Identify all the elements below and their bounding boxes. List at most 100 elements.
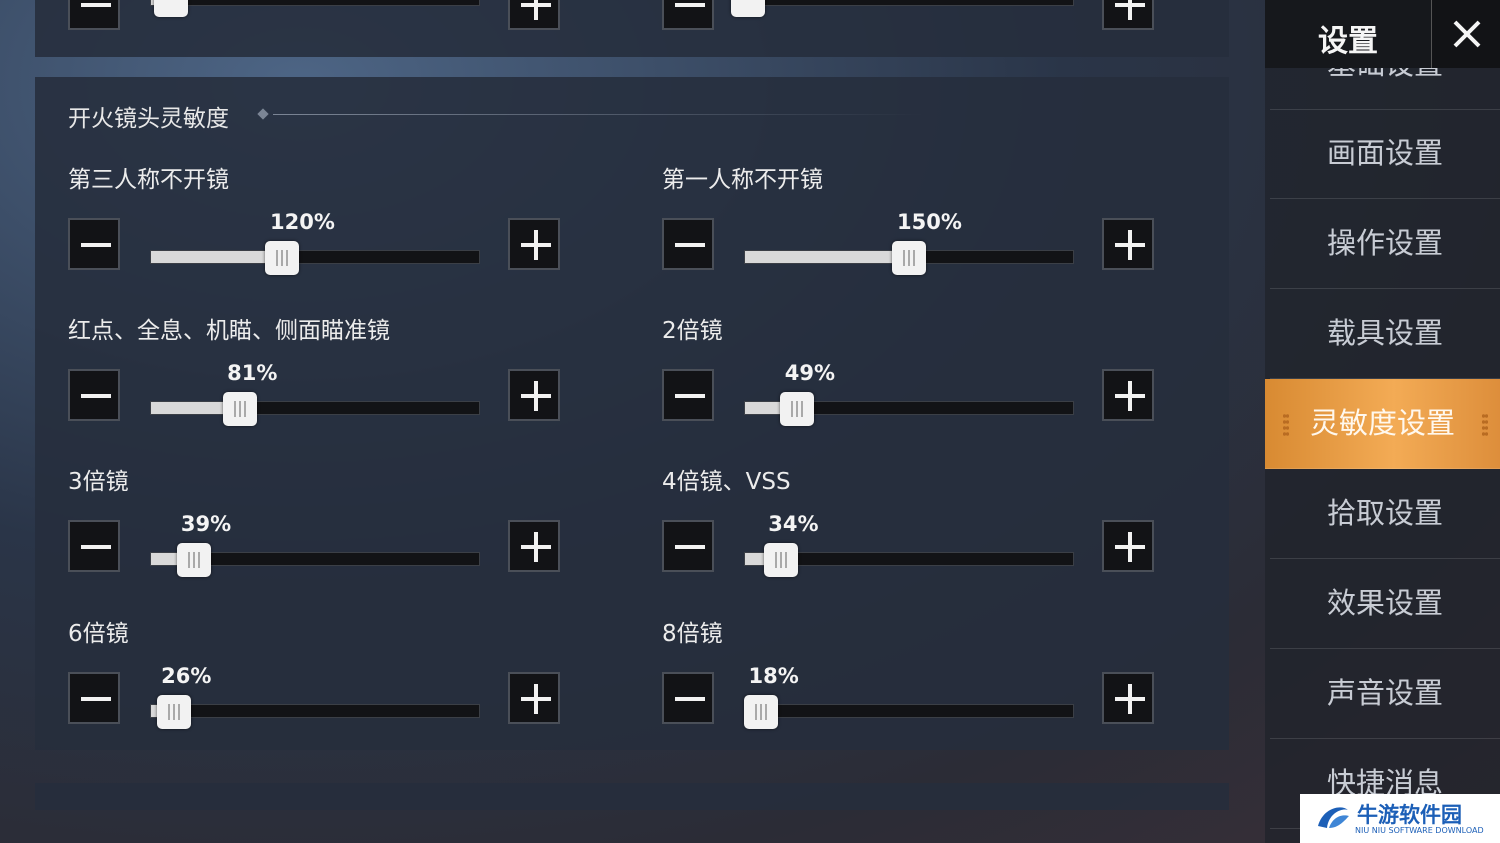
decrease-button[interactable] [68, 672, 120, 724]
slider-thumb-icon[interactable] [744, 695, 779, 729]
slider-thumb-icon[interactable] [153, 0, 188, 17]
decrease-button[interactable] [68, 218, 120, 270]
decrease-button[interactable] [662, 520, 714, 572]
sidebar-item-label: 载具设置 [1326, 316, 1443, 350]
grip-icon [1283, 413, 1289, 437]
sensitivity-setting: 2倍镜 49% [662, 311, 1162, 451]
watermark-name: 牛游软件园 [1357, 803, 1462, 827]
minus-icon [81, 394, 111, 398]
decrease-button[interactable] [662, 369, 714, 421]
setting-label: 2倍镜 [662, 318, 723, 344]
sidebar-item[interactable]: 灵敏度设置 [1265, 379, 1500, 469]
increase-button[interactable] [508, 369, 560, 421]
minus-icon [675, 394, 705, 398]
plus-button[interactable] [1102, 0, 1154, 30]
sidebar-item[interactable]: 操作设置 [1270, 199, 1500, 289]
sensitivity-slider[interactable] [150, 543, 480, 577]
sensitivity-slider[interactable] [744, 241, 1074, 275]
minus-button[interactable] [662, 0, 714, 30]
slider-thumb-icon[interactable] [265, 241, 300, 275]
setting-label: 6倍镜 [68, 621, 129, 647]
slider-value: 26% [161, 664, 212, 688]
slider-track[interactable] [731, 0, 1074, 17]
minus-icon [81, 545, 111, 549]
minus-button[interactable] [68, 0, 120, 30]
sensitivity-setting: 第三人称不开镜 120% [68, 160, 568, 300]
sidebar-item-label: 灵敏度设置 [1309, 406, 1455, 440]
brand-logo-icon [1318, 807, 1349, 828]
section-title: 开火镜头灵敏度 [68, 106, 229, 132]
decrease-button[interactable] [68, 369, 120, 421]
sensitivity-slider[interactable] [150, 392, 480, 426]
site-watermark: 牛游软件园 NIU NIU SOFTWARE DOWNLOAD [1300, 794, 1500, 843]
sensitivity-slider[interactable] [744, 695, 1074, 729]
sidebar-title: 设置 [1318, 24, 1378, 59]
sidebar-item-label: 画面设置 [1326, 136, 1443, 170]
decrease-button[interactable] [662, 218, 714, 270]
increase-button[interactable] [1102, 672, 1154, 724]
slider-value: 120% [270, 210, 335, 234]
sensitivity-setting: 8倍镜 18% [662, 614, 1162, 754]
setting-label: 第一人称不开镜 [662, 167, 823, 193]
sidebar-header: 设置 [1265, 0, 1500, 68]
sensitivity-slider[interactable] [150, 695, 480, 729]
minus-icon [81, 697, 111, 701]
sidebar-item[interactable]: 载具设置 [1270, 289, 1500, 379]
increase-button[interactable] [1102, 218, 1154, 270]
slider-fill [745, 251, 909, 263]
slider-fill [151, 251, 283, 263]
sidebar-item-label: 操作设置 [1326, 226, 1443, 260]
fire-camera-sensitivity-panel: 开火镜头灵敏度 第三人称不开镜 120% 第一人称不开镜 150% 红点、全息、机瞄、侧… [35, 77, 1229, 750]
sidebar-item-label: 声音设置 [1326, 676, 1443, 710]
setting-label: 3倍镜 [68, 469, 129, 495]
sidebar-item[interactable]: 拾取设置 [1270, 469, 1500, 559]
slider-value: 49% [784, 361, 836, 385]
sensitivity-slider[interactable] [744, 392, 1074, 426]
sensitivity-slider[interactable] [744, 543, 1074, 577]
sidebar-item[interactable]: 效果设置 [1270, 559, 1500, 649]
slider-value: 34% [768, 512, 819, 536]
increase-button[interactable] [508, 520, 560, 572]
next-section-panel [35, 783, 1229, 810]
sensitivity-setting: 第一人称不开镜 150% [662, 160, 1162, 300]
slider-thumb-icon[interactable] [156, 695, 191, 729]
decrease-button[interactable] [68, 520, 120, 572]
increase-button[interactable] [508, 218, 560, 270]
title-divider [273, 114, 923, 115]
setting-label: 第三人称不开镜 [68, 167, 229, 193]
slider-value: 39% [180, 512, 232, 536]
increase-button[interactable] [1102, 369, 1154, 421]
setting-label: 8倍镜 [662, 621, 723, 647]
increase-button[interactable] [508, 672, 560, 724]
slider-thumb-icon[interactable] [892, 241, 926, 275]
sidebar-item-label: 效果设置 [1326, 586, 1443, 620]
settings-sidebar: 设置 基础设置画面设置操作设置载具设置灵敏度设置拾取设置效果设置声音设置快捷消息 [1265, 0, 1500, 843]
close-button[interactable] [1431, 0, 1500, 68]
slider-thumb-icon[interactable] [222, 392, 257, 426]
increase-button[interactable] [1102, 520, 1154, 572]
minus-icon [675, 697, 705, 701]
title-diamond-icon [257, 108, 269, 120]
slider-thumb-icon[interactable] [731, 0, 766, 17]
sensitivity-setting: 4倍镜、VSS 34% [662, 462, 1162, 602]
sidebar-item-label: 拾取设置 [1326, 496, 1443, 530]
sensitivity-setting: 6倍镜 26% [68, 614, 568, 754]
sensitivity-setting: 3倍镜 39% [68, 462, 568, 602]
minus-icon [81, 243, 111, 247]
minus-icon [675, 545, 705, 549]
previous-section-panel [35, 0, 1229, 57]
slider-thumb-icon[interactable] [176, 543, 211, 577]
minus-icon [675, 243, 705, 247]
slider-value: 18% [748, 664, 799, 688]
sensitivity-slider[interactable] [150, 241, 480, 275]
slider-thumb-icon[interactable] [764, 543, 799, 577]
slider-track[interactable] [150, 0, 480, 17]
slider-thumb-icon[interactable] [780, 392, 815, 426]
sensitivity-setting: 红点、全息、机瞄、侧面瞄准镜 81% [68, 311, 568, 451]
setting-label: 4倍镜、VSS [662, 469, 791, 495]
sidebar-item[interactable]: 画面设置 [1270, 109, 1500, 199]
plus-button[interactable] [508, 0, 560, 30]
sidebar-item[interactable]: 声音设置 [1270, 649, 1500, 739]
decrease-button[interactable] [662, 672, 714, 724]
slider-value: 150% [897, 210, 962, 234]
